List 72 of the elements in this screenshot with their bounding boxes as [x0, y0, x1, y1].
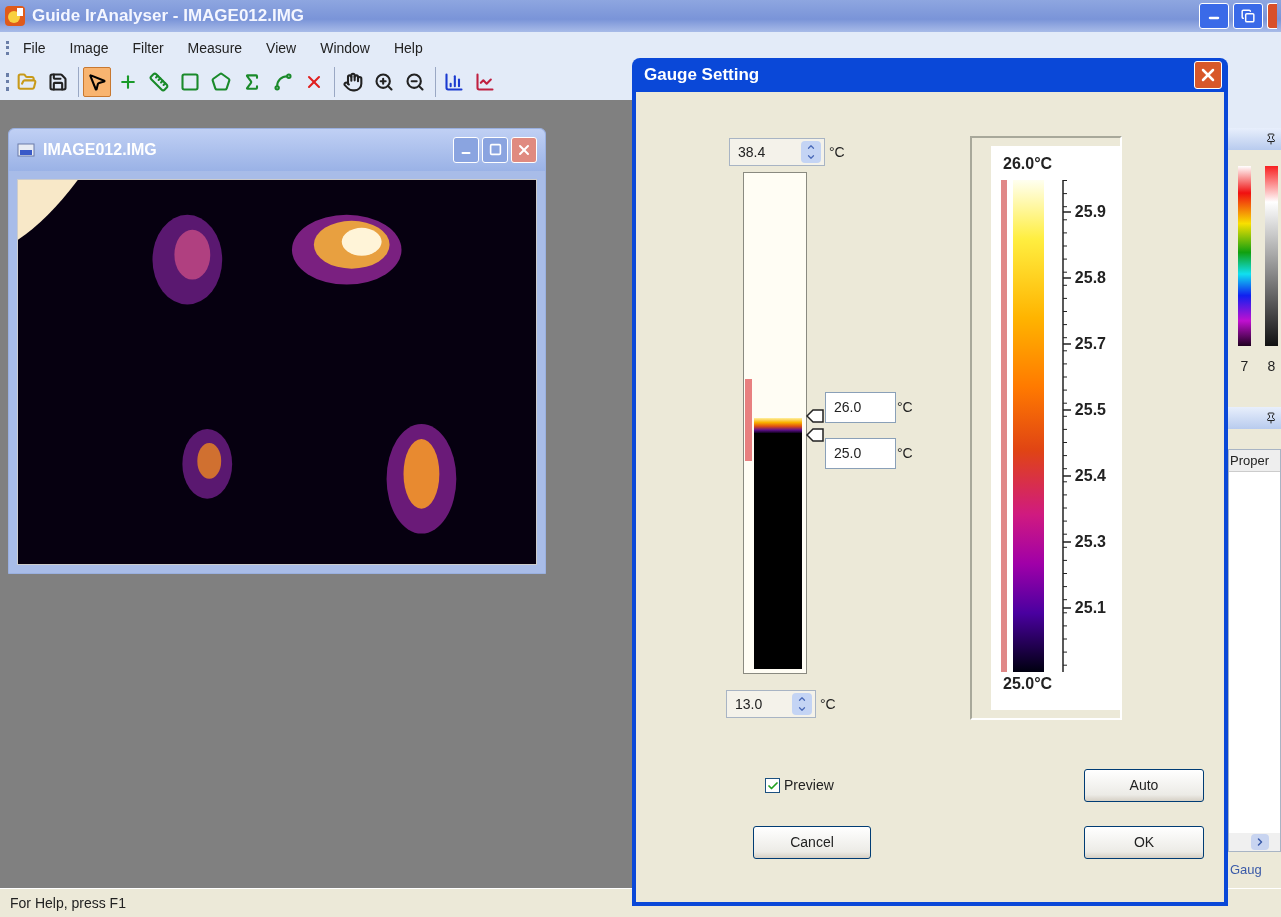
- scale-min-label: 25.0°C: [1003, 674, 1054, 694]
- slider-handle-icon[interactable]: [806, 409, 824, 423]
- restore-icon: [1241, 9, 1255, 23]
- preview-checkbox[interactable]: Preview: [753, 769, 979, 802]
- maximize-button[interactable]: [482, 136, 508, 163]
- palette-label: 8: [1267, 357, 1276, 376]
- bar-chart-icon: [444, 72, 464, 92]
- square-icon: [180, 72, 200, 92]
- unit-label: °C: [897, 398, 913, 417]
- cursor-icon: [87, 72, 107, 92]
- close-button[interactable]: [1194, 61, 1222, 89]
- panel-tab[interactable]: Gaug: [1230, 860, 1262, 880]
- menu-item[interactable]: View: [256, 37, 307, 59]
- scale-tick-label: 25.9: [1074, 202, 1106, 222]
- ruler-icon: [149, 72, 169, 92]
- cancel-button[interactable]: Cancel: [753, 826, 871, 859]
- tool-button[interactable]: [83, 67, 111, 97]
- hand-icon: [343, 72, 363, 92]
- close-button[interactable]: [511, 136, 537, 163]
- image-file-icon: [17, 141, 35, 158]
- menu-item[interactable]: Filter: [122, 37, 174, 59]
- scroll-right-button[interactable]: [1251, 834, 1269, 850]
- column-header[interactable]: Proper: [1229, 450, 1280, 472]
- color-palette-bar[interactable]: [1238, 166, 1251, 346]
- app-logo-icon: [4, 5, 26, 27]
- scale-tick-label: 25.5: [1074, 400, 1106, 420]
- line-chart-icon: [475, 72, 495, 92]
- grip-icon: [6, 41, 9, 55]
- plus-icon: [118, 72, 138, 92]
- temperature-field[interactable]: 26.0: [825, 392, 896, 423]
- pentagon-icon: [211, 72, 231, 92]
- zoom-out-icon: [405, 72, 425, 92]
- spin-arrows-icon[interactable]: [792, 693, 812, 715]
- slider-handle-icon[interactable]: [806, 428, 824, 442]
- maximize-icon: [488, 143, 502, 157]
- dialog-title: Gauge Setting: [644, 64, 760, 87]
- close-button[interactable]: [1267, 3, 1277, 29]
- menu-item[interactable]: Image: [59, 37, 119, 59]
- checkmark-icon: [766, 779, 779, 792]
- number-spin-field[interactable]: 38.4: [729, 138, 825, 166]
- grip-icon: [6, 73, 9, 91]
- folder-icon: [17, 72, 37, 92]
- ok-button[interactable]: OK: [1084, 826, 1204, 859]
- scale-tick-label: 25.3: [1074, 532, 1106, 552]
- minimize-button[interactable]: [453, 136, 479, 163]
- scale-tick-label: 25.8: [1074, 268, 1106, 288]
- window-title: Guide IrAnalyser - IMAGE012.IMG: [32, 5, 305, 28]
- spin-arrows-icon[interactable]: [801, 141, 821, 163]
- minimize-button[interactable]: [1199, 3, 1229, 29]
- scale-tick-label: 25.4: [1074, 466, 1106, 486]
- scale-tick-label: 25.1: [1074, 598, 1106, 618]
- palette-label: 7: [1240, 357, 1249, 376]
- menu-item[interactable]: Window: [310, 37, 380, 59]
- pin-icon[interactable]: [1265, 412, 1277, 424]
- spline-icon: [273, 72, 293, 92]
- checkbox[interactable]: [765, 778, 780, 793]
- number-spin-field[interactable]: 13.0: [726, 690, 816, 718]
- temperature-field[interactable]: 25.0: [825, 438, 896, 469]
- unit-label: °C: [829, 142, 845, 162]
- unit-label: °C: [820, 694, 836, 714]
- menu-item[interactable]: Help: [383, 37, 433, 59]
- menu-item[interactable]: Measure: [177, 37, 253, 59]
- scale-tick-label: 25.7: [1074, 334, 1106, 354]
- color-palette-bar[interactable]: [1265, 166, 1278, 346]
- scale-max-label: 26.0°C: [1003, 154, 1054, 174]
- auto-button[interactable]: Auto: [1084, 769, 1204, 802]
- window-title: IMAGE012.IMG: [43, 139, 157, 160]
- pin-icon[interactable]: [1265, 133, 1277, 145]
- menu-item[interactable]: File: [13, 37, 56, 59]
- unit-label: °C: [897, 444, 913, 463]
- zoom-in-icon: [374, 72, 394, 92]
- restore-button[interactable]: [1233, 3, 1263, 29]
